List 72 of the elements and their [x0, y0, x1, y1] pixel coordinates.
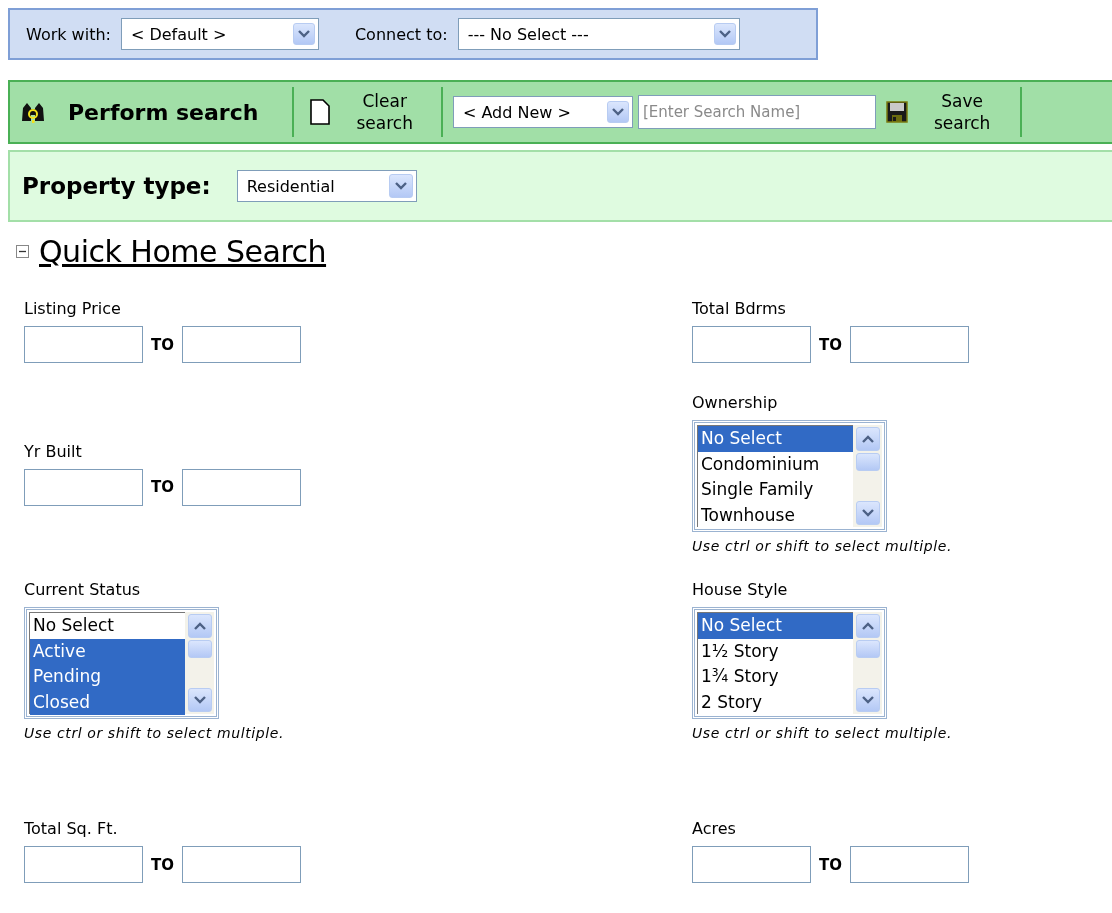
- list-box[interactable]: No Select 1½ Story 1¾ Story 2 Story: [692, 607, 887, 719]
- field-label: Work with:: [26, 24, 111, 44]
- field-label: Connect to:: [354, 24, 448, 44]
- list-option[interactable]: 1¾ Story: [698, 664, 853, 690]
- field-label: Listing Price: [24, 299, 121, 318]
- list-option[interactable]: 1½ Story: [698, 638, 853, 664]
- scroll-up-icon[interactable]: [855, 614, 880, 638]
- field-label: Total Bdrms: [692, 299, 786, 318]
- input-field[interactable]: [182, 468, 301, 506]
- input-field[interactable]: [24, 846, 143, 883]
- caret-icon[interactable]: [713, 23, 736, 45]
- input-field[interactable]: [24, 468, 143, 506]
- perform-search-button[interactable]: Perform search: [10, 99, 293, 125]
- field-label: Property type:: [22, 173, 211, 199]
- scroll-up-icon[interactable]: [187, 614, 212, 638]
- save-search-button[interactable]: Save search: [875, 89, 1021, 135]
- list-box[interactable]: No Select Active Pending Closed: [24, 607, 219, 719]
- dropdown[interactable]: < Add New >: [452, 96, 633, 128]
- input-field[interactable]: [182, 846, 301, 883]
- scroll-down-icon[interactable]: [855, 501, 880, 525]
- input-field[interactable]: [182, 326, 301, 363]
- field-label: Acres: [692, 819, 736, 838]
- field-label: House Style: [692, 580, 788, 599]
- scrollbar[interactable]: [853, 612, 882, 714]
- scroll-thumb[interactable]: [855, 640, 880, 658]
- dropdown[interactable]: < Default >: [120, 18, 319, 50]
- scrollbar[interactable]: [185, 612, 214, 714]
- hint-text: Use ctrl or shift to select multiple.: [692, 725, 952, 741]
- collapse-icon[interactable]: [16, 245, 29, 258]
- list-option[interactable]: Townhouse: [698, 502, 853, 528]
- list-option[interactable]: Single Family: [698, 477, 853, 503]
- list-option[interactable]: No Select: [30, 613, 185, 639]
- list-option[interactable]: No Select: [698, 426, 853, 452]
- list-option[interactable]: Condominium: [698, 451, 853, 477]
- list-option[interactable]: Pending: [30, 664, 185, 690]
- list-option[interactable]: Active: [30, 638, 185, 664]
- scroll-thumb[interactable]: [187, 640, 212, 658]
- scroll-up-icon[interactable]: [855, 427, 880, 451]
- caret-icon[interactable]: [292, 23, 315, 45]
- scroll-down-icon[interactable]: [187, 688, 212, 712]
- section-title: Quick Home Search: [39, 234, 327, 269]
- range-separator: TO: [819, 335, 842, 354]
- clear-search-button[interactable]: Clear search: [294, 89, 441, 135]
- hint-text: Use ctrl or shift to select multiple.: [24, 725, 284, 741]
- caret-icon[interactable]: [606, 101, 629, 123]
- list-option[interactable]: Closed: [30, 689, 185, 715]
- document-icon: [310, 99, 331, 125]
- input-field[interactable]: [692, 846, 811, 883]
- list-option[interactable]: No Select: [698, 613, 853, 639]
- dropdown[interactable]: Residential: [236, 170, 417, 202]
- list-box[interactable]: No Select Condominium Single Family Townhouse: [692, 420, 887, 532]
- range-separator: TO: [151, 855, 174, 874]
- range-separator: TO: [151, 335, 174, 354]
- field-label: Current Status: [24, 580, 141, 599]
- input-field[interactable]: [692, 326, 811, 363]
- dropdown[interactable]: --- No Select ---: [457, 18, 740, 50]
- range-separator: TO: [819, 855, 842, 874]
- scrollbar[interactable]: [853, 425, 882, 527]
- field-label: Yr Built: [24, 441, 82, 461]
- caret-icon[interactable]: [388, 174, 413, 198]
- hint-text: Use ctrl or shift to select multiple.: [692, 538, 952, 554]
- input-field[interactable]: [850, 326, 969, 363]
- field-label: Total Sq. Ft.: [24, 819, 118, 838]
- input-field[interactable]: [24, 326, 143, 363]
- list-option[interactable]: 2 Story: [698, 689, 853, 715]
- scroll-down-icon[interactable]: [855, 688, 880, 712]
- range-separator: TO: [151, 478, 174, 496]
- search-name-field[interactable]: [Enter Search Name]: [637, 95, 876, 129]
- scroll-thumb[interactable]: [855, 453, 880, 471]
- input-field[interactable]: [850, 846, 969, 883]
- field-label: Ownership: [692, 393, 778, 412]
- floppy-disk-icon: [885, 101, 908, 123]
